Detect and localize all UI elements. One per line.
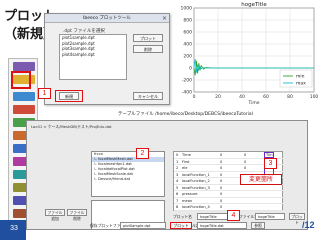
- table-cell-name: localFunction_2: [182, 179, 210, 183]
- x-tick-label: 0: [193, 94, 196, 100]
- callout-2: 2: [136, 148, 149, 159]
- y-tick-label: -400: [182, 90, 192, 96]
- table-cell-id: 7: [176, 198, 179, 203]
- y-tick-label: 600: [183, 30, 192, 36]
- mesh-tool-icon[interactable]: [13, 92, 35, 101]
- callout-3: 3: [264, 158, 277, 169]
- filter-tool-icon[interactable]: [13, 62, 35, 71]
- table-cell-c1: 0: [220, 192, 223, 196]
- chart-title: hogeTitle: [241, 2, 267, 8]
- plot-file-input[interactable]: plotSample.dpt: [120, 222, 166, 229]
- table-cell-name: mean: [182, 198, 193, 203]
- table-cell-id: 1: [176, 159, 179, 164]
- template-subtitle: Loc01 > ケース/MeshDB/テスト/ProjEdu.dat: [31, 124, 112, 129]
- new-button-highlight: [55, 90, 83, 102]
- table-cell-name: localFunction_1: [182, 172, 210, 177]
- list-item[interactable]: plot4sample.dpt: [60, 52, 126, 58]
- table-cell-c1: 0: [220, 166, 223, 170]
- close-icon[interactable]: ×: [162, 14, 167, 23]
- y-tick-label: 1000: [181, 6, 193, 12]
- y-tick-label: -200: [182, 78, 192, 84]
- table-cell-name: First: [182, 159, 190, 164]
- delete-file-button[interactable]: ファイル削除: [67, 209, 87, 221]
- table-cell-c2: 0: [244, 166, 247, 170]
- x-tick-label: 40: [239, 94, 245, 100]
- table-cell-name: ele: [182, 166, 188, 170]
- legend-label: min: [296, 74, 305, 80]
- plot-tool-highlight: [11, 71, 31, 89]
- table-cell-c1: 0: [220, 205, 223, 209]
- page-number: 33: [4, 222, 24, 236]
- y-tick-label: 200: [183, 54, 192, 60]
- table-cell-id: 6: [176, 192, 179, 196]
- table-cell-c1: 0: [220, 153, 223, 157]
- table-cell-name: pressure: [182, 192, 198, 196]
- table-cell-name: Time: [182, 153, 191, 157]
- table-cell-c1: 0: [220, 159, 223, 164]
- callout-1: 1: [38, 88, 51, 99]
- change-location-label: 変更箇所: [240, 174, 282, 185]
- plot-execute-button[interactable]: プロット: [170, 222, 192, 229]
- table-cell-id: 3: [176, 172, 179, 177]
- table-cell-c1: 0: [220, 198, 223, 203]
- y-tick-label: 0: [189, 66, 192, 72]
- table-cell-c1: 0: [220, 179, 223, 183]
- plot-submit-button[interactable]: プロット: [289, 213, 305, 225]
- footer-page-total: /12: [302, 220, 315, 230]
- legend-label: max: [296, 82, 306, 87]
- plot-dialog-titlebar: Ibeeco プロットツール: [45, 14, 169, 23]
- cancel-button[interactable]: キャンセル: [133, 92, 163, 100]
- y-tick-label: 400: [183, 42, 192, 48]
- plot-tool-dialog: Ibeeco プロットツール × .dpt ファイルを選択 plot1sampl…: [44, 13, 170, 105]
- line-chart: -400 -200 0 200 400 600 800 1000 0 20 40 60 80 100 hog…: [172, 0, 320, 108]
- table-cell-name: localFunction_4: [182, 205, 210, 209]
- table-cell-c1: 0: [220, 172, 223, 177]
- template-dialog-header: テーブルファイル /home/ibeco/Desktop/DEBCS/ibeec…: [118, 112, 253, 117]
- table-cell-id: 8: [176, 205, 179, 209]
- table-cell-c2: 0: [244, 159, 247, 164]
- y-tick-label: 800: [183, 18, 192, 24]
- callout-4: 4: [227, 210, 240, 221]
- chart-tool-icon[interactable]: [13, 105, 35, 114]
- table-cell-id: 5: [176, 185, 179, 190]
- chart-canvas: -400 -200 0 200 400 600 800 1000 0 20 40 60 80 100 hog…: [181, 2, 319, 106]
- table-cell-c1: 0: [220, 185, 223, 190]
- plot-button[interactable]: プロット: [133, 34, 163, 42]
- table-cell-id: 0: [176, 153, 179, 157]
- add-file-button[interactable]: ファイル追加: [45, 209, 65, 221]
- dpt-file-list[interactable]: plot1sample.dpt plot2sample.dpt plot3sam…: [59, 34, 127, 80]
- delete-button[interactable]: 削除: [133, 45, 163, 53]
- x-tick-label: 80: [287, 94, 293, 100]
- table-cell-id: 2: [176, 166, 179, 170]
- x-tick-label: 100: [310, 94, 319, 100]
- table-cell-name: localFunction_3: [182, 185, 210, 190]
- x-tick-label: 20: [215, 94, 221, 100]
- tree-item[interactable]: ∟ Devsce/friend.dat: [92, 177, 164, 182]
- x-axis-label: Time: [247, 100, 259, 106]
- template-file-tree[interactable]: frcco ∟ focalMeshMesh.dat ∟ focalmeshfan…: [91, 151, 165, 197]
- save-file-input[interactable]: hogeTitle.dat: [197, 222, 247, 229]
- table-cell-c2: 0: [244, 153, 247, 157]
- table-cell-id: 4: [176, 179, 179, 183]
- file-name-input[interactable]: hogeTitle: [255, 213, 285, 220]
- browse-button[interactable]: 参照: [251, 222, 265, 229]
- plot-name-label: プロット名: [173, 214, 192, 219]
- x-tick-label: 60: [263, 94, 269, 100]
